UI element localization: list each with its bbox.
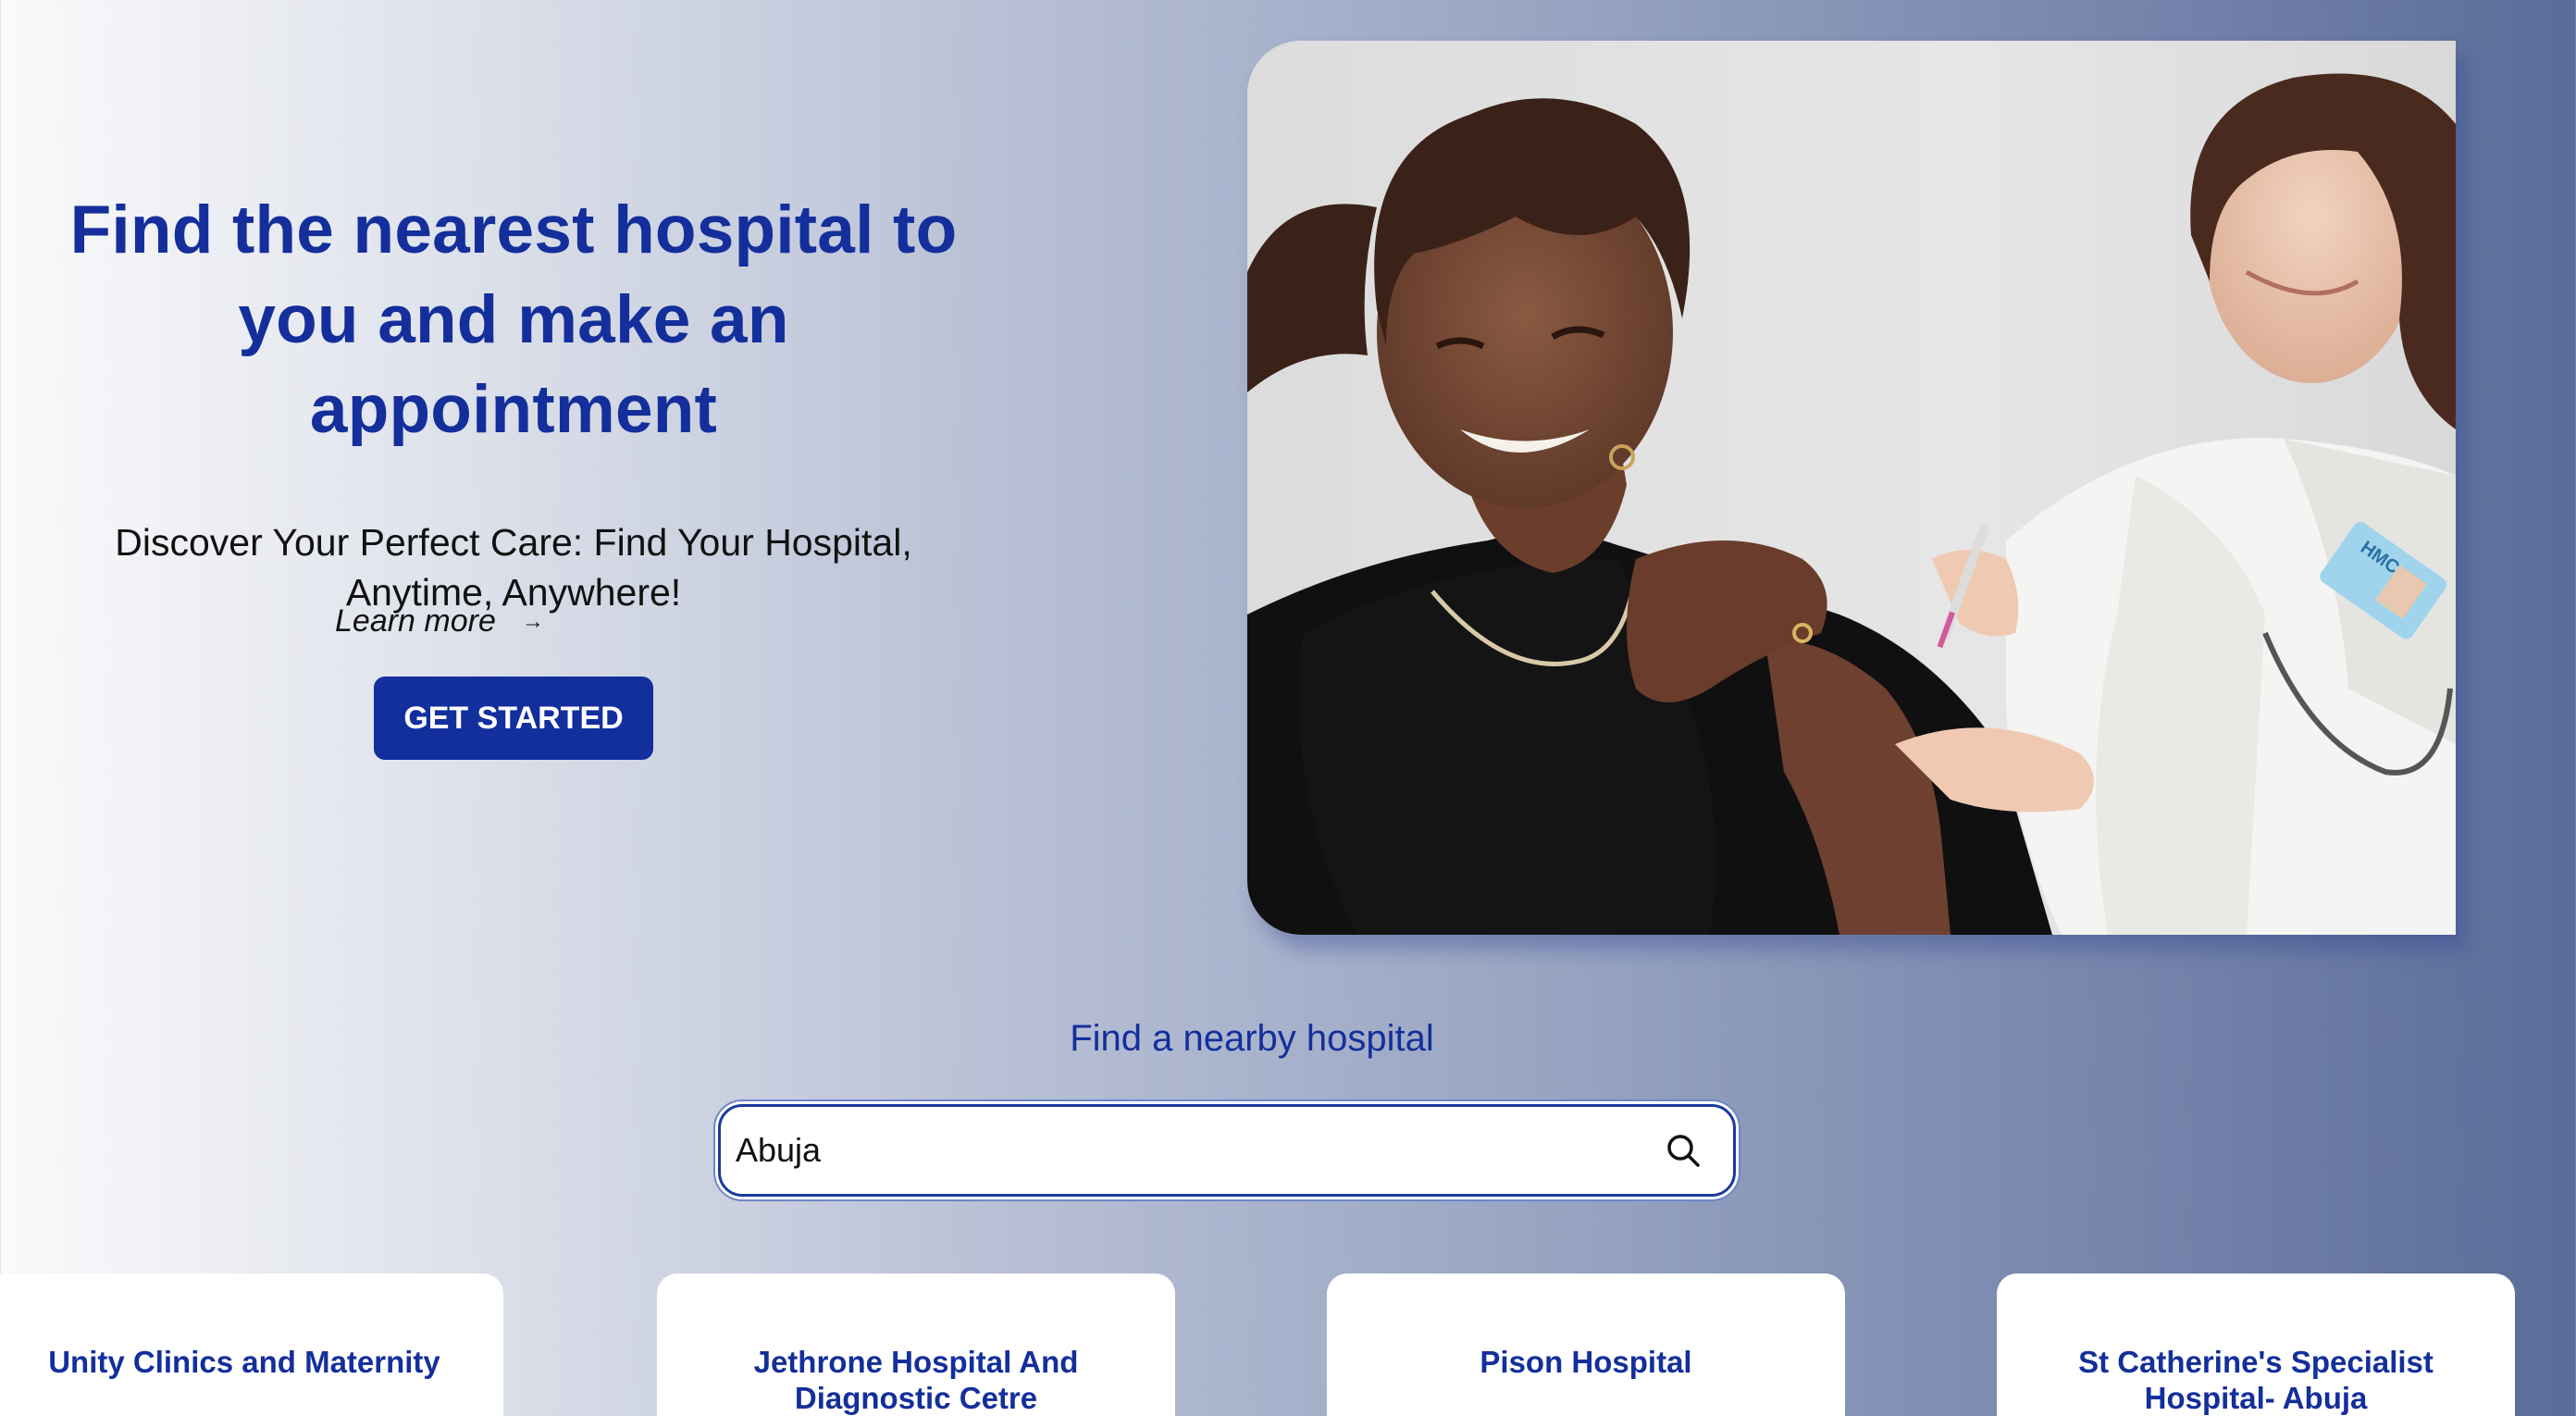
hospital-name: Unity Clinics and Maternity: [48, 1345, 440, 1379]
hospital-card[interactable]: Pison Hospital: [1327, 1273, 1845, 1416]
hospital-name: St Catherine's Specialist Hospital- Abuj…: [2078, 1345, 2434, 1415]
learn-more-label: Learn more: [335, 603, 496, 639]
hospital-card[interactable]: St Catherine's Specialist Hospital- Abuj…: [1997, 1273, 2515, 1416]
hospital-card[interactable]: Unity Clinics and Maternity: [0, 1273, 503, 1416]
hero-text: Find the nearest hospital to you and mak…: [37, 185, 990, 760]
search-bar: [718, 1104, 1736, 1197]
hospital-name: Jethrone Hospital And Diagnostic Cetre: [753, 1345, 1079, 1415]
search-icon: [1667, 1135, 1700, 1167]
get-started-button[interactable]: GET STARTED: [374, 677, 653, 760]
hospital-list: Unity Clinics and Maternity Jethrone Hos…: [0, 1273, 2576, 1416]
arrow-right-icon: →: [521, 608, 544, 634]
search-button[interactable]: [1646, 1113, 1720, 1187]
hospital-card[interactable]: Jethrone Hospital And Diagnostic Cetre: [657, 1273, 1175, 1416]
hero-image: HMC: [1247, 41, 2456, 935]
hero-subtitle: Discover Your Perfect Care: Find Your Ho…: [115, 521, 912, 614]
learn-more-link[interactable]: Learn more →: [335, 603, 544, 640]
hospital-name: Pison Hospital: [1480, 1345, 1692, 1379]
search-input[interactable]: [721, 1130, 1646, 1171]
find-hospital-heading: Find a nearby hospital: [1070, 1018, 1434, 1059]
hero-title: Find the nearest hospital to you and mak…: [69, 193, 958, 447]
